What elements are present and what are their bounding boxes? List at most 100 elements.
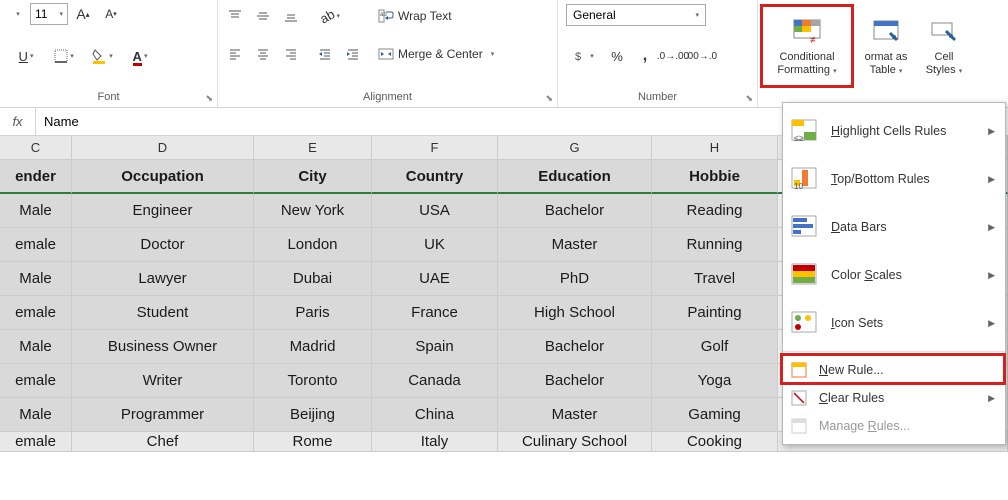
table-cell[interactable]: Bachelor (498, 330, 652, 364)
table-cell[interactable]: Culinary School (498, 432, 652, 452)
table-cell[interactable]: Writer (72, 364, 254, 398)
table-header-cell[interactable]: ender (0, 160, 72, 194)
table-cell[interactable]: Yoga (652, 364, 778, 398)
table-cell[interactable]: Reading (652, 194, 778, 228)
menu-new-rule[interactable]: New Rule... (783, 356, 1005, 384)
table-cell[interactable]: Gaming (652, 398, 778, 432)
table-cell[interactable]: Business Owner (72, 330, 254, 364)
align-right-button[interactable] (278, 42, 304, 66)
table-cell[interactable]: High School (498, 296, 652, 330)
merge-center-button[interactable]: Merge & Center ▾ (374, 42, 498, 66)
table-cell[interactable]: Spain (372, 330, 498, 364)
column-header[interactable]: H (652, 136, 778, 160)
table-cell[interactable]: Master (498, 228, 652, 262)
table-cell[interactable]: Painting (652, 296, 778, 330)
column-header[interactable]: D (72, 136, 254, 160)
number-launcher-icon[interactable]: ⬊ (745, 93, 753, 104)
format-as-table-button[interactable]: ormat as Table ▾ (856, 4, 916, 88)
table-cell[interactable]: emale (0, 364, 72, 398)
align-center-button[interactable] (250, 42, 276, 66)
align-left-button[interactable] (222, 42, 248, 66)
align-top-button[interactable] (222, 4, 248, 28)
decrease-indent-button[interactable] (312, 42, 338, 66)
table-cell[interactable]: Canada (372, 364, 498, 398)
underline-button[interactable]: U▾ (8, 44, 44, 68)
align-middle-button[interactable] (250, 4, 276, 28)
table-cell[interactable]: Rome (254, 432, 372, 452)
table-cell[interactable]: Italy (372, 432, 498, 452)
table-cell[interactable]: Golf (652, 330, 778, 364)
table-cell[interactable]: New York (254, 194, 372, 228)
table-cell[interactable]: Master (498, 398, 652, 432)
number-format-dropdown[interactable]: General ▾ (566, 4, 706, 26)
orientation-button[interactable]: ab▾ (312, 4, 348, 28)
menu-top-bottom-rules[interactable]: 10 Top/Bottom Rules ▶ (783, 155, 1005, 203)
table-cell[interactable]: Running (652, 228, 778, 262)
menu-clear-rules[interactable]: Clear Rules ▶ (783, 384, 1005, 412)
font-size-input[interactable]: 11 ▾ (30, 3, 68, 25)
menu-manage-rules[interactable]: Manage Rules... (783, 412, 1005, 440)
fx-label[interactable]: fx (0, 108, 36, 135)
fill-color-button[interactable]: ▾ (84, 44, 120, 68)
table-cell[interactable]: Dubai (254, 262, 372, 296)
table-cell[interactable]: Doctor (72, 228, 254, 262)
column-header[interactable]: C (0, 136, 72, 160)
column-header[interactable]: E (254, 136, 372, 160)
table-cell[interactable]: Chef (72, 432, 254, 452)
table-cell[interactable]: Male (0, 330, 72, 364)
table-cell[interactable]: Male (0, 194, 72, 228)
wrap-text-button[interactable]: ab Wrap Text (374, 4, 498, 28)
accounting-format-button[interactable]: $▾ (566, 44, 602, 68)
table-cell[interactable]: Engineer (72, 194, 254, 228)
table-cell[interactable]: UAE (372, 262, 498, 296)
menu-highlight-cells-rules[interactable]: ≤≥ Highlight Cells Rules ▶ (783, 107, 1005, 155)
menu-icon-sets[interactable]: Icon Sets ▶ (783, 299, 1005, 347)
table-cell[interactable]: London (254, 228, 372, 262)
menu-color-scales[interactable]: Color Scales ▶ (783, 251, 1005, 299)
column-header[interactable]: F (372, 136, 498, 160)
increase-decimal-button[interactable]: .0→.00 (660, 44, 686, 68)
table-cell[interactable]: Beijing (254, 398, 372, 432)
table-header-cell[interactable]: Hobbie (652, 160, 778, 194)
table-cell[interactable]: Bachelor (498, 194, 652, 228)
decrease-font-button[interactable]: A▾ (98, 2, 124, 26)
border-button[interactable]: ▾ (46, 44, 82, 68)
table-cell[interactable]: China (372, 398, 498, 432)
increase-indent-button[interactable] (340, 42, 366, 66)
table-cell[interactable]: emale (0, 228, 72, 262)
table-cell[interactable]: Lawyer (72, 262, 254, 296)
font-name-dropdown[interactable]: ▾ (8, 2, 28, 26)
cell-styles-button[interactable]: Cell Styles ▾ (918, 4, 970, 88)
table-cell[interactable]: Bachelor (498, 364, 652, 398)
table-header-cell[interactable]: City (254, 160, 372, 194)
table-cell[interactable]: Travel (652, 262, 778, 296)
font-color-button[interactable]: A ▾ (122, 44, 158, 68)
table-cell[interactable]: PhD (498, 262, 652, 296)
comma-format-button[interactable]: , (632, 44, 658, 68)
table-cell[interactable]: emale (0, 296, 72, 330)
table-cell[interactable]: Madrid (254, 330, 372, 364)
table-cell[interactable]: Male (0, 398, 72, 432)
table-cell[interactable]: emale (0, 432, 72, 452)
increase-font-button[interactable]: A▴ (70, 2, 96, 26)
conditional-formatting-button[interactable]: ≠ Conditional Formatting ▾ (760, 4, 854, 88)
table-cell[interactable]: Programmer (72, 398, 254, 432)
decrease-decimal-button[interactable]: .00→.0 (688, 44, 714, 68)
table-cell[interactable]: Student (72, 296, 254, 330)
table-cell[interactable]: Paris (254, 296, 372, 330)
table-cell[interactable]: Cooking (652, 432, 778, 452)
menu-data-bars[interactable]: Data Bars ▶ (783, 203, 1005, 251)
table-cell[interactable]: France (372, 296, 498, 330)
font-launcher-icon[interactable]: ⬊ (205, 93, 213, 104)
table-cell[interactable]: Toronto (254, 364, 372, 398)
column-header[interactable]: G (498, 136, 652, 160)
percent-format-button[interactable]: % (604, 44, 630, 68)
table-header-cell[interactable]: Education (498, 160, 652, 194)
alignment-launcher-icon[interactable]: ⬊ (545, 93, 553, 104)
align-bottom-button[interactable] (278, 4, 304, 28)
table-cell[interactable]: USA (372, 194, 498, 228)
table-cell[interactable]: UK (372, 228, 498, 262)
table-header-cell[interactable]: Occupation (72, 160, 254, 194)
table-header-cell[interactable]: Country (372, 160, 498, 194)
table-cell[interactable]: Male (0, 262, 72, 296)
